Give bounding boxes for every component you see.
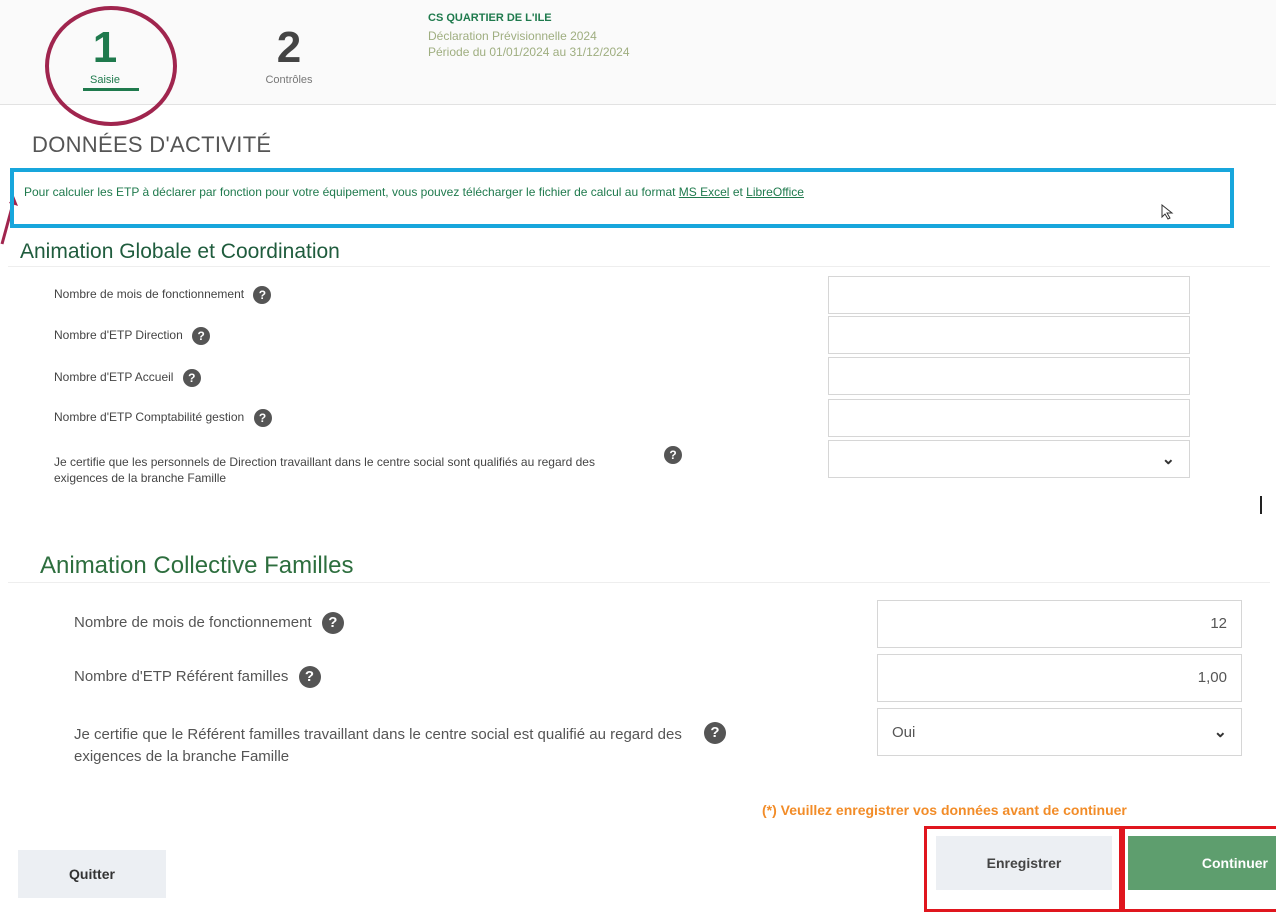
field-label-etp-comptabilite: Nombre d'ETP Comptabilité gestion ? (54, 409, 272, 427)
chevron-down-icon: ⌄ (1161, 451, 1175, 468)
label-text: Nombre d'ETP Accueil (54, 370, 174, 385)
step-number: 2 (276, 23, 302, 72)
step-label: Contrôles (265, 74, 313, 86)
field-label-mois-fonctionnement: Nombre de mois de fonctionnement ? (74, 612, 344, 634)
label-text: Nombre d'ETP Référent familles (74, 667, 289, 685)
field-label-etp-direction: Nombre d'ETP Direction ? (54, 327, 211, 345)
etp-accueil-input[interactable] (828, 357, 1190, 395)
help-icon[interactable]: ? (321, 612, 344, 634)
info-conj: et (729, 185, 747, 199)
field-label-mois-fonctionnement: Nombre de mois de fonctionnement ? (54, 286, 272, 304)
label-text: Nombre de mois de fonctionnement (54, 287, 245, 302)
certif-direction-select[interactable]: ⌄ (828, 440, 1190, 478)
field-label-certif-direction: Je certifie que les personnels de Direct… (54, 455, 595, 485)
field-label-etp-referent: Nombre d'ETP Référent familles ? (74, 666, 321, 688)
text-cursor-mark (1260, 496, 1262, 514)
mois-fonctionnement-input[interactable] (828, 276, 1190, 314)
mouse-cursor-icon (1161, 204, 1174, 220)
etp-referent-input[interactable]: 1,00 (877, 654, 1242, 702)
label-text: Nombre de mois de fonctionnement (74, 613, 312, 631)
field-label-etp-accueil: Nombre d'ETP Accueil ? (54, 369, 201, 387)
info-text: Pour calculer les ETP à déclarer par fon… (24, 185, 679, 199)
field-label-certif-referent: Je certifie que le Référent familles tra… (74, 726, 682, 765)
continue-button[interactable]: Continuer (1128, 836, 1276, 890)
help-icon[interactable]: ? (182, 369, 201, 387)
declaration-type: Déclaration Prévisionnelle 2024 (428, 29, 597, 43)
chevron-down-icon: ⌄ (1213, 724, 1227, 741)
help-icon[interactable]: ? (253, 286, 272, 304)
save-warning-message: (*) Veuillez enregistrer vos données ava… (762, 802, 1127, 818)
etp-comptabilite-input[interactable] (828, 399, 1190, 437)
organization-name: CS QUARTIER DE L'ILE (428, 12, 552, 24)
ms-excel-link[interactable]: MS Excel (679, 185, 730, 199)
help-icon[interactable]: ? (253, 409, 272, 427)
certif-referent-select[interactable]: Oui ⌄ (877, 708, 1242, 756)
etp-info-box: Pour calculer les ETP à déclarer par fon… (10, 168, 1234, 228)
help-icon[interactable]: ? (298, 666, 321, 688)
wizard-header (0, 0, 1276, 105)
label-text: Nombre d'ETP Direction (54, 328, 183, 343)
libreoffice-link[interactable]: LibreOffice (746, 185, 804, 199)
page-title: DONNÉES D'ACTIVITÉ (32, 132, 272, 157)
section-title-animation-globale: Animation Globale et Coordination (20, 240, 340, 263)
declaration-period: Période du 01/01/2024 au 31/12/2024 (428, 45, 630, 59)
etp-direction-input[interactable] (828, 316, 1190, 354)
select-value: Oui (892, 723, 916, 741)
step-controles[interactable]: 2 Contrôles (244, 23, 334, 87)
quit-button[interactable]: Quitter (18, 850, 166, 898)
annotation-circle (45, 6, 177, 126)
section-title-animation-collective: Animation Collective Familles (40, 552, 354, 579)
section-divider (8, 266, 1270, 267)
help-icon[interactable]: ? (704, 722, 726, 744)
help-icon[interactable]: ? (192, 327, 211, 345)
section-divider (8, 582, 1270, 583)
organization-info: CS QUARTIER DE L'ILE Déclaration Prévisi… (428, 12, 630, 60)
help-icon[interactable]: ? (664, 446, 682, 464)
label-text: Nombre d'ETP Comptabilité gestion (54, 410, 245, 425)
save-button[interactable]: Enregistrer (936, 836, 1112, 890)
acf-mois-fonctionnement-input[interactable]: 12 (877, 600, 1242, 648)
